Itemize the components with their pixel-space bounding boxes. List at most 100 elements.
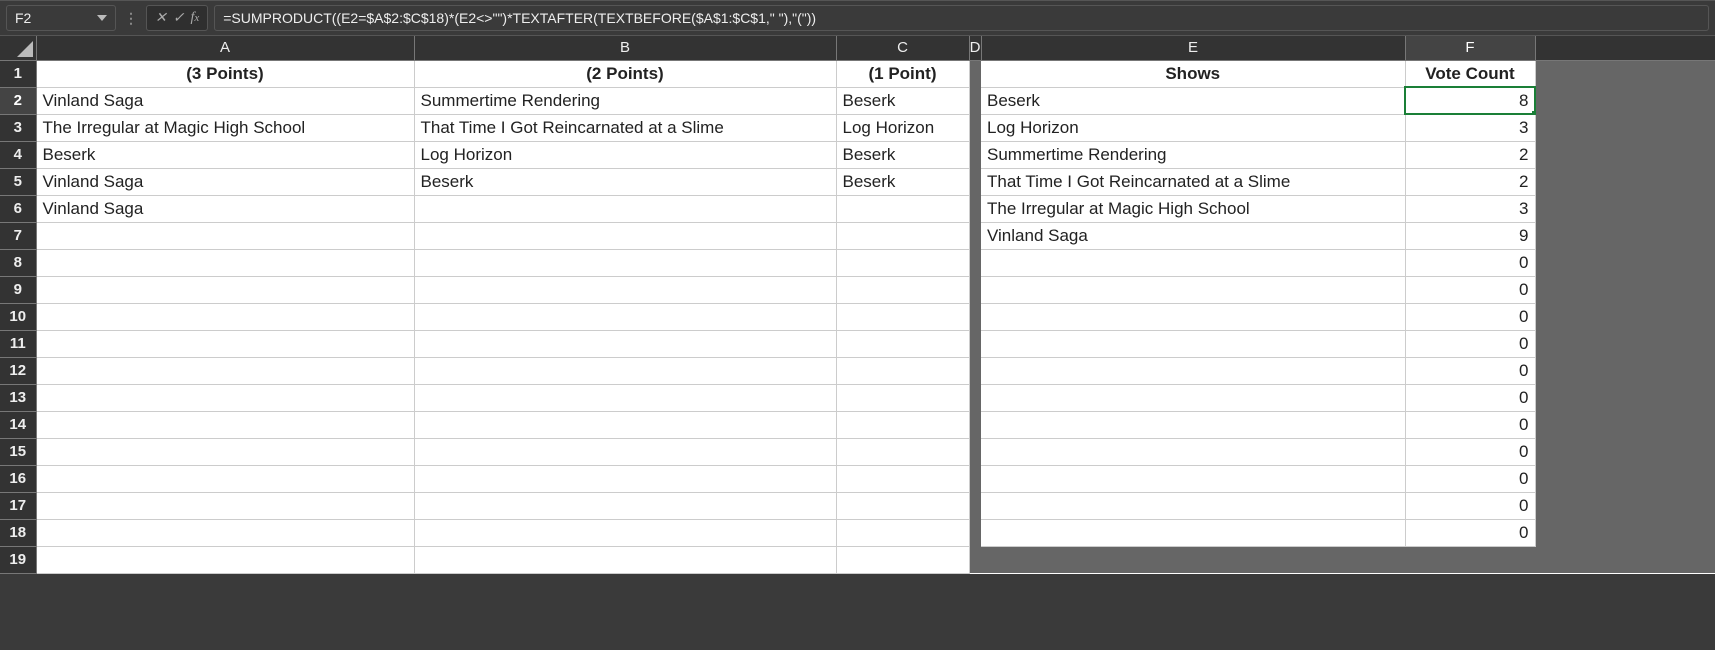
column-header-blank[interactable] [1535, 36, 1715, 60]
row-header-17[interactable]: 17 [0, 492, 36, 519]
cell[interactable]: 2 [1405, 141, 1535, 168]
cell[interactable] [836, 492, 969, 519]
name-box[interactable]: F2 [6, 5, 116, 31]
cell[interactable] [36, 465, 414, 492]
cell[interactable] [981, 384, 1405, 411]
cell[interactable]: 0 [1405, 276, 1535, 303]
cell[interactable] [36, 303, 414, 330]
cell[interactable] [981, 303, 1405, 330]
cell[interactable]: 0 [1405, 411, 1535, 438]
cell[interactable] [969, 276, 981, 303]
row-header-9[interactable]: 9 [0, 276, 36, 303]
row-header-3[interactable]: 3 [0, 114, 36, 141]
cell[interactable] [836, 438, 969, 465]
cell[interactable]: 0 [1405, 438, 1535, 465]
cell[interactable]: 3 [1405, 195, 1535, 222]
row-header-13[interactable]: 13 [0, 384, 36, 411]
cell[interactable] [414, 519, 836, 546]
row-header-19[interactable]: 19 [0, 546, 36, 573]
cell[interactable] [1405, 546, 1535, 573]
cell[interactable]: 0 [1405, 249, 1535, 276]
cell[interactable]: 0 [1405, 357, 1535, 384]
row-header-16[interactable]: 16 [0, 465, 36, 492]
cell[interactable] [836, 330, 969, 357]
row-header-14[interactable]: 14 [0, 411, 36, 438]
column-header-E[interactable]: E [981, 36, 1405, 60]
column-header-C[interactable]: C [836, 36, 969, 60]
row-header-2[interactable]: 2 [0, 87, 36, 114]
cell[interactable] [36, 276, 414, 303]
cell[interactable]: Log Horizon [414, 141, 836, 168]
cell[interactable] [836, 546, 969, 573]
cell[interactable]: (1 Point) [836, 60, 969, 87]
row-header-6[interactable]: 6 [0, 195, 36, 222]
cell[interactable]: Log Horizon [981, 114, 1405, 141]
cell[interactable] [981, 249, 1405, 276]
cell[interactable] [36, 384, 414, 411]
cell[interactable] [36, 519, 414, 546]
cell[interactable] [414, 465, 836, 492]
cell[interactable]: Vote Count [1405, 60, 1535, 87]
cell[interactable]: 0 [1405, 465, 1535, 492]
cell[interactable] [36, 357, 414, 384]
cell[interactable]: Shows [981, 60, 1405, 87]
cell[interactable]: Vinland Saga [36, 195, 414, 222]
row-header-7[interactable]: 7 [0, 222, 36, 249]
cell[interactable] [836, 195, 969, 222]
column-header-A[interactable]: A [36, 36, 414, 60]
cell[interactable]: Beserk [414, 168, 836, 195]
column-header-B[interactable]: B [414, 36, 836, 60]
row-header-8[interactable]: 8 [0, 249, 36, 276]
row-header-1[interactable]: 1 [0, 60, 36, 87]
cell[interactable] [969, 546, 981, 573]
cell[interactable]: Summertime Rendering [414, 87, 836, 114]
cell[interactable] [969, 114, 981, 141]
cell[interactable] [36, 438, 414, 465]
fx-icon[interactable]: fx [190, 10, 199, 26]
cell[interactable] [969, 141, 981, 168]
cell[interactable] [414, 546, 836, 573]
cell[interactable] [981, 330, 1405, 357]
cell[interactable] [36, 546, 414, 573]
row-header-15[interactable]: 15 [0, 438, 36, 465]
cell[interactable] [836, 276, 969, 303]
cell[interactable]: Beserk [836, 87, 969, 114]
cell[interactable] [36, 249, 414, 276]
cell[interactable] [836, 357, 969, 384]
cell[interactable] [981, 519, 1405, 546]
row-header-12[interactable]: 12 [0, 357, 36, 384]
cell[interactable] [981, 465, 1405, 492]
cell[interactable] [969, 357, 981, 384]
cell[interactable]: The Irregular at Magic High School [981, 195, 1405, 222]
cell[interactable] [969, 60, 981, 87]
cell[interactable] [981, 492, 1405, 519]
cell[interactable] [969, 438, 981, 465]
cell[interactable]: 2 [1405, 168, 1535, 195]
cell[interactable]: Vinland Saga [981, 222, 1405, 249]
row-header-11[interactable]: 11 [0, 330, 36, 357]
cell[interactable] [969, 492, 981, 519]
cell[interactable] [969, 168, 981, 195]
spreadsheet-grid[interactable]: ABCDEF1(3 Points)(2 Points)(1 Point)Show… [0, 36, 1715, 574]
cell[interactable]: Beserk [836, 141, 969, 168]
cell[interactable] [969, 465, 981, 492]
cell[interactable] [969, 195, 981, 222]
cell[interactable] [969, 330, 981, 357]
cell[interactable] [836, 222, 969, 249]
cell[interactable] [981, 276, 1405, 303]
cell[interactable] [414, 222, 836, 249]
cell[interactable] [414, 357, 836, 384]
cell[interactable]: (3 Points) [36, 60, 414, 87]
cell[interactable]: Vinland Saga [36, 87, 414, 114]
cell[interactable] [36, 330, 414, 357]
cell[interactable]: Beserk [836, 168, 969, 195]
cell[interactable] [969, 411, 981, 438]
cell[interactable]: 0 [1405, 492, 1535, 519]
cell[interactable] [414, 303, 836, 330]
column-header-D[interactable]: D [969, 36, 981, 60]
row-header-10[interactable]: 10 [0, 303, 36, 330]
cell[interactable] [414, 195, 836, 222]
cell[interactable]: Vinland Saga [36, 168, 414, 195]
cell[interactable]: Summertime Rendering [981, 141, 1405, 168]
cell[interactable] [414, 384, 836, 411]
